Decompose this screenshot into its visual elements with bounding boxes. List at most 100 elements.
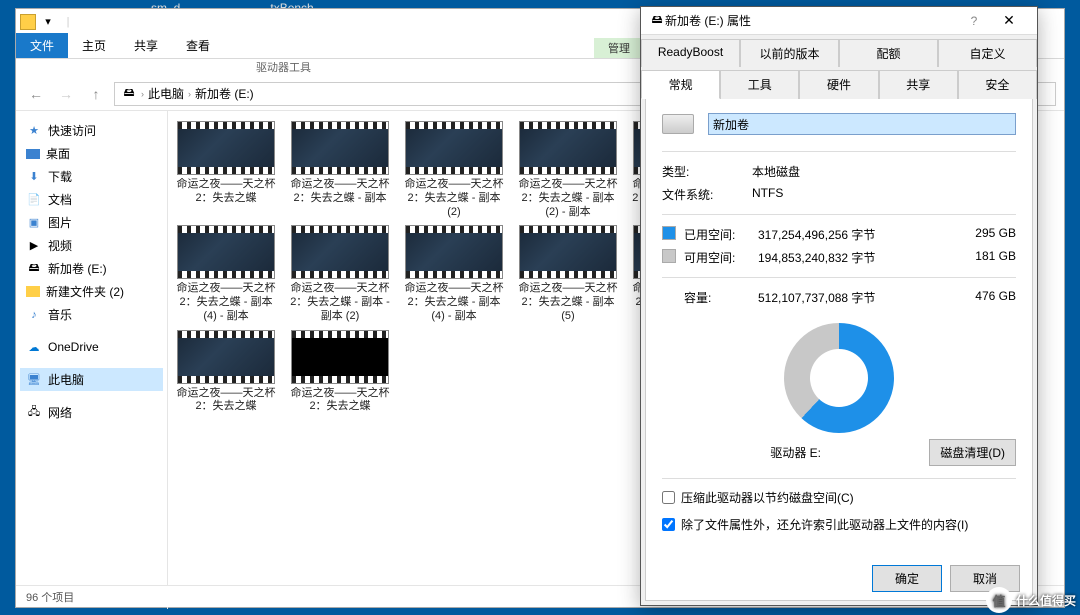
sidebar-this-pc[interactable]: 🖥此电脑 (20, 368, 163, 391)
sidebar-quick-access[interactable]: ★快速访问 (20, 119, 163, 142)
pc-icon: 🖥 (26, 372, 42, 388)
tab-sharing[interactable]: 共享 (879, 70, 958, 99)
video-thumbnail-icon (291, 121, 389, 175)
nav-up-icon[interactable]: ↑ (84, 82, 108, 106)
type-value: 本地磁盘 (752, 163, 800, 180)
video-thumbnail-icon (291, 330, 389, 384)
usage-pie-chart (784, 323, 894, 433)
sidebar-pictures[interactable]: ▣图片 (20, 211, 163, 234)
video-thumbnail-icon (519, 225, 617, 279)
sidebar-documents[interactable]: 📄文档 (20, 188, 163, 211)
index-checkbox[interactable] (662, 518, 675, 531)
sidebar-music[interactable]: ♪音乐 (20, 303, 163, 326)
sidebar-volume-e[interactable]: 🖴新加卷 (E:) (20, 257, 163, 280)
file-item[interactable]: 命运之夜——天之杯2：失去之蝶 (174, 121, 278, 219)
tab-customize[interactable]: 自定义 (938, 39, 1037, 67)
file-item[interactable]: 命运之夜——天之杯2：失去之蝶 (288, 330, 392, 415)
drive-icon: 🖴 (26, 261, 42, 277)
capacity-bytes: 512,107,737,088 字节 (758, 289, 956, 306)
nav-back-icon[interactable]: ← (24, 82, 48, 106)
properties-dialog: 🖴 新加卷 (E:) 属性 ? ✕ ReadyBoost 以前的版本 配额 自定… (640, 6, 1038, 606)
tab-readyboost[interactable]: ReadyBoost (641, 39, 740, 67)
sidebar-network[interactable]: 🖧网络 (20, 401, 163, 424)
tabs-row-2: 常规 工具 硬件 共享 安全 (641, 66, 1037, 99)
capacity-gb: 476 GB (956, 289, 1016, 306)
file-name: 命运之夜——天之杯2：失去之蝶 - 副本 (5) (516, 282, 620, 323)
qat-dropdown-icon[interactable]: ▾ (40, 14, 56, 30)
file-name: 命运之夜——天之杯2：失去之蝶 (174, 178, 278, 206)
file-item[interactable]: 命运之夜——天之杯2：失去之蝶 - 副本 (5) (516, 225, 620, 323)
video-icon: ▶ (26, 238, 42, 254)
video-thumbnail-icon (405, 225, 503, 279)
tab-previous-versions[interactable]: 以前的版本 (740, 39, 839, 67)
star-icon: ★ (26, 123, 42, 139)
nav-forward-icon[interactable]: → (54, 82, 78, 106)
tab-quota[interactable]: 配额 (839, 39, 938, 67)
file-item[interactable]: 命运之夜——天之杯2：失去之蝶 (174, 330, 278, 415)
compress-checkbox[interactable] (662, 491, 675, 504)
crumb-volume[interactable]: 新加卷 (E:) (195, 85, 254, 102)
video-thumbnail-icon (177, 330, 275, 384)
tab-security[interactable]: 安全 (958, 70, 1037, 99)
tab-share[interactable]: 共享 (120, 33, 172, 58)
fs-value: NTFS (752, 186, 783, 203)
tab-view[interactable]: 查看 (172, 33, 224, 58)
close-icon[interactable]: ✕ (989, 12, 1029, 29)
music-icon: ♪ (26, 307, 42, 323)
picture-icon: ▣ (26, 215, 42, 231)
used-bytes: 317,254,496,256 字节 (758, 226, 956, 243)
used-swatch-icon (662, 226, 676, 240)
folder-icon (20, 14, 36, 30)
tab-context-group: 管理 (594, 38, 644, 58)
drive-icon: 🖴 (649, 13, 665, 29)
free-swatch-icon (662, 249, 676, 263)
watermark: 值 什么值得买 (986, 587, 1076, 613)
sidebar-new-folder[interactable]: 新建文件夹 (2) (20, 280, 163, 303)
file-name: 命运之夜——天之杯2：失去之蝶 - 副本 (4) - 副本 (174, 282, 278, 323)
video-thumbnail-icon (519, 121, 617, 175)
sidebar-onedrive[interactable]: ☁OneDrive (20, 336, 163, 358)
capacity-label: 容量: (684, 289, 758, 306)
fs-label: 文件系统: (662, 186, 752, 203)
file-item[interactable]: 命运之夜——天之杯2：失去之蝶 - 副本 - 副本 (2) (288, 225, 392, 323)
sidebar-downloads[interactable]: ⬇下载 (20, 165, 163, 188)
video-thumbnail-icon (405, 121, 503, 175)
tab-file[interactable]: 文件 (16, 33, 68, 58)
chevron-right-icon: › (141, 89, 144, 99)
download-icon: ⬇ (26, 169, 42, 185)
file-name: 命运之夜——天之杯2：失去之蝶 - 副本 (2) - 副本 (516, 178, 620, 219)
help-icon[interactable]: ? (959, 14, 989, 28)
dialog-title: 新加卷 (E:) 属性 (665, 12, 959, 29)
free-label: 可用空间: (684, 249, 758, 266)
sidebar-videos[interactable]: ▶视频 (20, 234, 163, 257)
tabs-row-1: ReadyBoost 以前的版本 配额 自定义 (641, 35, 1037, 67)
drive-letter-label: 驱动器 E: (662, 444, 929, 461)
file-item[interactable]: 命运之夜——天之杯2：失去之蝶 - 副本 (288, 121, 392, 219)
tab-tools[interactable]: 工具 (720, 70, 799, 99)
index-checkbox-row[interactable]: 除了文件属性外，还允许索引此驱动器上文件的内容(I) (662, 516, 1016, 533)
used-label: 已用空间: (684, 226, 758, 243)
file-name: 命运之夜——天之杯2：失去之蝶 - 副本 (2) (402, 178, 506, 219)
file-item[interactable]: 命运之夜——天之杯2：失去之蝶 - 副本 (2) (402, 121, 506, 219)
tab-home[interactable]: 主页 (68, 33, 120, 58)
file-item[interactable]: 命运之夜——天之杯2：失去之蝶 - 副本 (4) - 副本 (402, 225, 506, 323)
desktop-icon (26, 149, 40, 159)
free-gb: 181 GB (956, 249, 1016, 266)
tab-general[interactable]: 常规 (641, 70, 720, 99)
ok-button[interactable]: 确定 (872, 565, 942, 592)
file-name: 命运之夜——天之杯2：失去之蝶 (288, 387, 392, 415)
tab-hardware[interactable]: 硬件 (799, 70, 878, 99)
qat-separator: | (60, 14, 76, 30)
file-item[interactable]: 命运之夜——天之杯2：失去之蝶 - 副本 (4) - 副本 (174, 225, 278, 323)
used-gb: 295 GB (956, 226, 1016, 243)
chevron-right-icon: › (188, 89, 191, 99)
sidebar: ★快速访问 桌面 ⬇下载 📄文档 ▣图片 ▶视频 🖴新加卷 (E:) 新建文件夹… (16, 111, 168, 609)
file-item[interactable]: 命运之夜——天之杯2：失去之蝶 - 副本 (2) - 副本 (516, 121, 620, 219)
compress-checkbox-row[interactable]: 压缩此驱动器以节约磁盘空间(C) (662, 489, 1016, 506)
video-thumbnail-icon (177, 121, 275, 175)
disk-cleanup-button[interactable]: 磁盘清理(D) (929, 439, 1016, 466)
cloud-icon: ☁ (26, 339, 42, 355)
volume-name-input[interactable] (708, 113, 1016, 135)
crumb-thispc[interactable]: 此电脑 (148, 85, 184, 102)
sidebar-desktop[interactable]: 桌面 (20, 142, 163, 165)
